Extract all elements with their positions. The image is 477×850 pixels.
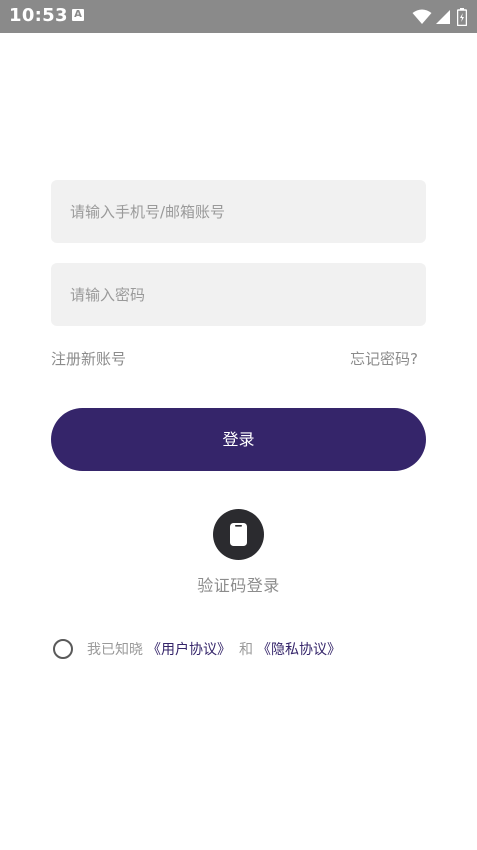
status-time: 10:53 [9, 5, 68, 26]
battery-icon [457, 8, 467, 26]
password-field[interactable] [51, 263, 426, 326]
account-field[interactable] [51, 180, 426, 243]
status-icons [412, 7, 467, 27]
sms-login-button[interactable] [213, 509, 264, 560]
signal-icon [435, 9, 451, 25]
agreement-conjunction: 和 [239, 642, 253, 658]
user-agreement-link[interactable]: 《用户协议》 [147, 639, 231, 659]
login-button[interactable]: 登录 [51, 408, 426, 471]
account-input[interactable] [51, 180, 426, 243]
privacy-policy-link[interactable]: 《隐私协议》 [257, 639, 341, 659]
phone-icon [230, 523, 247, 546]
status-bar: 10:53 A [0, 0, 477, 33]
register-link[interactable]: 注册新账号 [51, 348, 126, 369]
password-input[interactable] [51, 263, 426, 326]
forgot-password-link[interactable]: 忘记密码? [350, 348, 418, 369]
notification-a-icon: A [72, 9, 84, 21]
wifi-icon [412, 9, 432, 25]
agreement-prefix: 我已知晓 [87, 642, 143, 658]
sms-login-option[interactable]: 验证码登录 [0, 509, 477, 596]
agree-checkbox[interactable] [53, 639, 73, 659]
agreement-row: 我已知晓 《用户协议》 和 《隐私协议》 [53, 637, 341, 661]
sms-login-label: 验证码登录 [197, 576, 280, 595]
